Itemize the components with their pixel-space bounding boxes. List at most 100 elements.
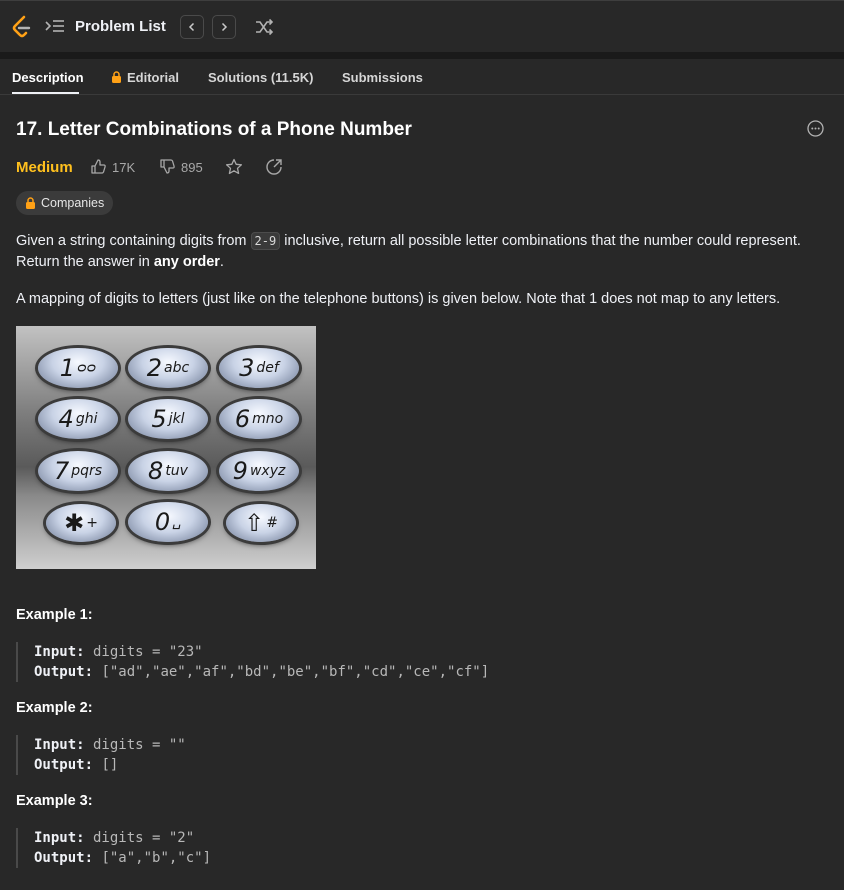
key-letters: pqrs [71,463,103,479]
key-letters: mno [252,411,284,427]
input-value: digits = "" [84,737,186,753]
key-letters: def [256,360,279,376]
key-digit: 7 [53,457,70,485]
tab-bar: Description Editorial Solutions (11.5K) … [0,59,844,95]
like-count: 17K [112,160,136,175]
tab-editorial[interactable]: Editorial [111,70,179,85]
problem-title[interactable]: 17. Letter Combinations of a Phone Numbe… [16,119,412,141]
output-label: Output: [34,757,94,773]
problem-list-link[interactable]: Problem List [75,18,166,35]
key-digit: 8 [148,457,164,485]
input-label: Input: [34,737,85,753]
key-digit: 2 [146,354,163,382]
input-value: digits = "23" [84,644,203,660]
keypad-key: 8 tuv [128,451,208,491]
desc-text: Given a string containing digits from [16,233,251,249]
example-output: Output: ["ad","ae","af","bd","be","bf","… [34,662,489,682]
keypad-key: 5 jkl [128,399,208,439]
keypad-key: 9 wxyz [219,451,299,491]
desc-text: Return the answer in [16,254,154,270]
keypad-key: 3 def [219,348,299,388]
thumbs-down-icon[interactable] [159,158,176,175]
thumbs-up-icon[interactable] [90,158,107,175]
key-digit: ⇧ [244,509,265,537]
key-digit: 4 [58,405,74,433]
list-icon[interactable] [44,18,66,36]
key-digit: ✱ [64,509,85,537]
previous-problem-button[interactable] [180,15,204,39]
key-letters: jkl [168,411,185,427]
example-1-block: Input: digits = "23" Output: ["ad","ae",… [16,642,489,682]
key-digit: 3 [239,354,255,382]
example-3-block: Input: digits = "2" Output: ["a","b","c"… [16,828,211,868]
output-label: Output: [34,850,94,866]
desc-bold-text: any order [153,254,220,270]
header-divider [0,52,844,59]
tab-editorial-label: Editorial [127,70,180,85]
tab-submissions[interactable]: Submissions [342,70,423,85]
top-bar: Problem List [0,0,844,52]
description-paragraph-2: Return the answer in any order. [16,252,224,273]
keypad-key: ✱ + [46,504,116,542]
input-label: Input: [34,830,85,846]
key-letters: + [86,515,98,531]
key-letters: ␣ [172,514,182,530]
key-letters: # [266,515,278,531]
example-3-title: Example 3: [16,793,93,809]
key-digit: 6 [234,405,251,433]
phone-keypad-image: 1 ᴑᴑ 2 abc 3 def 4 ghi 5 jkl 6 mno 7 pqrs 8 tuv … [16,326,316,569]
chevron-right-icon [221,22,228,32]
key-letters: ᴑᴑ [77,360,97,376]
key-digit: 0 [154,508,171,536]
companies-label: Companies [41,196,105,210]
key-letters: tuv [165,463,188,479]
shuffle-icon[interactable] [254,18,274,36]
problem-meta-row: Medium 17K 895 [16,157,316,177]
inline-code: 2-9 [250,232,281,250]
chevron-left-icon [188,22,195,32]
description-paragraph-1: Given a string containing digits from 2-… [16,231,801,252]
example-1-title: Example 1: [16,607,93,623]
companies-button[interactable]: Companies [16,191,113,215]
leetcode-logo-icon[interactable] [10,15,32,39]
keypad-key: 1 ᴑᴑ [38,348,118,388]
keypad-key: 6 mno [219,399,299,439]
keypad-key: 7 pqrs [38,451,118,491]
desc-text: inclusive, return all possible letter co… [280,233,801,249]
example-output: Output: [] [34,755,186,775]
tab-solutions[interactable]: Solutions (11.5K) [208,70,313,85]
input-label: Input: [34,644,85,660]
lock-icon [26,197,35,209]
next-problem-button[interactable] [212,15,236,39]
star-icon[interactable] [225,158,243,175]
keypad-key: 4 ghi [38,399,118,439]
key-digit: 5 [151,405,167,433]
key-digit: 9 [232,457,248,485]
share-icon[interactable] [265,158,283,175]
example-input: Input: digits = "23" [34,642,489,662]
input-value: digits = "2" [84,830,195,846]
difficulty-badge: Medium [16,159,73,176]
dislike-count: 895 [181,160,203,175]
output-value: [] [93,757,119,773]
key-digit: 1 [59,354,76,382]
key-letters: ghi [75,411,98,427]
example-input: Input: digits = "" [34,735,186,755]
example-input: Input: digits = "2" [34,828,211,848]
example-2-block: Input: digits = "" Output: [] [16,735,186,775]
keypad-key: 2 abc [128,348,208,388]
output-value: ["a","b","c"] [93,850,212,866]
example-output: Output: ["a","b","c"] [34,848,211,868]
keypad-key: 0 ␣ [128,502,208,542]
desc-text: . [219,254,224,270]
keypad-key: ⇧ # [226,504,296,542]
key-letters: wxyz [249,463,286,479]
more-options-icon[interactable] [807,120,824,137]
output-value: ["ad","ae","af","bd","be","bf","cd","ce"… [93,664,490,680]
lock-icon [112,71,121,83]
tab-description[interactable]: Description [12,70,84,85]
output-label: Output: [34,664,94,680]
example-2-title: Example 2: [16,700,93,716]
key-letters: abc [164,360,190,376]
description-paragraph-3: A mapping of digits to letters (just lik… [16,291,781,307]
